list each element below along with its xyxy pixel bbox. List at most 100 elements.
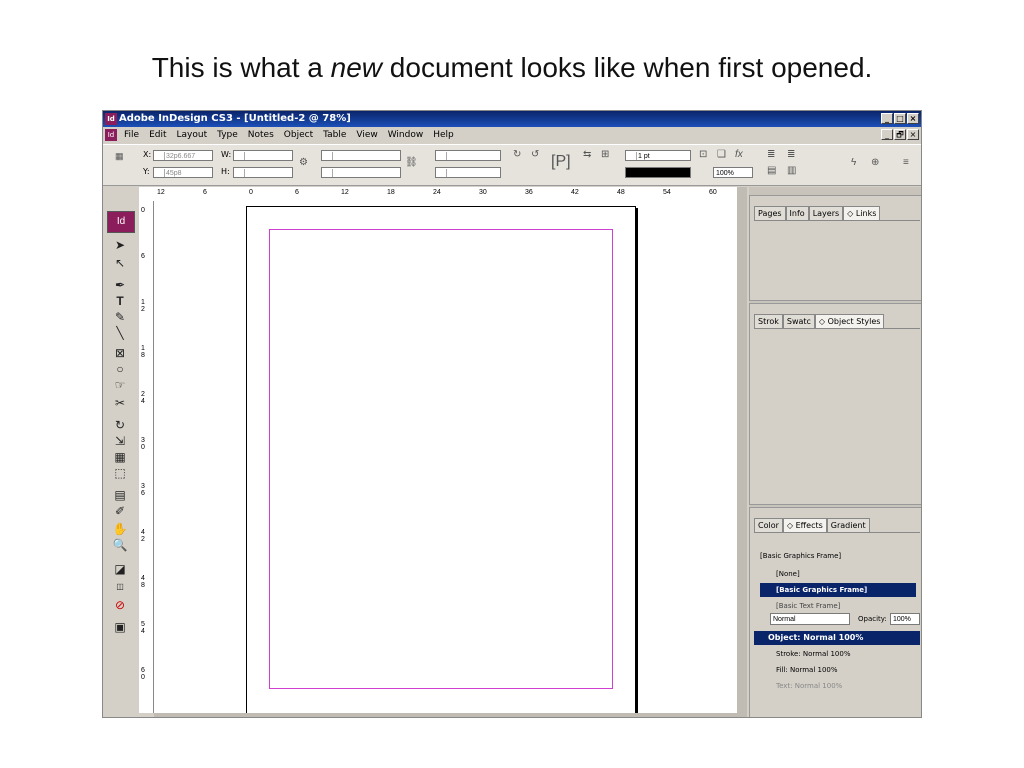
menu-layout[interactable]: Layout (172, 127, 213, 143)
doc-minimize-button[interactable]: _ (881, 129, 893, 140)
pen-tool-icon[interactable]: ✒ (109, 277, 131, 293)
blend-mode-select[interactable]: Normal (770, 613, 850, 625)
tab-stroke[interactable]: Strok (754, 314, 783, 328)
menu-help[interactable]: Help (428, 127, 459, 143)
menu-file[interactable]: File (119, 127, 144, 143)
eyedropper-tool-icon[interactable]: ✐ (109, 503, 131, 519)
stroke-type-select[interactable] (625, 167, 691, 178)
distribute-icon[interactable]: ▤ (767, 165, 776, 176)
tab-effects[interactable]: ◇ Effects (782, 518, 827, 532)
chain-icon[interactable]: ⛓ (405, 157, 418, 168)
ruler-v-label: 4 2 (141, 529, 145, 543)
horizontal-scrollbar[interactable] (154, 713, 737, 717)
doc-close-button[interactable]: × (907, 129, 919, 140)
scissors-tool-icon[interactable]: ✂ (109, 395, 131, 411)
panel-menu-icon[interactable]: ≡ (903, 157, 909, 168)
h-field[interactable] (233, 167, 293, 178)
menu-window[interactable]: Window (383, 127, 429, 143)
menu-type[interactable]: Type (212, 127, 243, 143)
opacity-field[interactable]: 100% (713, 167, 753, 178)
effects-icon[interactable]: fx (735, 149, 743, 160)
bridge-icon[interactable]: ⊕ (871, 157, 879, 168)
stroke-weight-field[interactable]: 1 pt (625, 150, 691, 161)
hand-tool-icon[interactable]: ✋ (109, 521, 131, 537)
ruler-v-label: 3 6 (141, 483, 145, 497)
menu-edit[interactable]: Edit (144, 127, 171, 143)
links-panel-group: Pages Info Layers ◇ Links (749, 195, 921, 301)
gradient-tool-icon[interactable]: ▦ (109, 449, 131, 465)
w-field[interactable] (233, 150, 293, 161)
constrain-icon[interactable]: ⚙ (299, 157, 308, 168)
x-field[interactable]: 32p6.667 (153, 150, 213, 161)
menu-notes[interactable]: Notes (243, 127, 279, 143)
app-icon[interactable]: Id (105, 113, 117, 125)
tab-object-styles[interactable]: ◇ Object Styles (814, 314, 885, 328)
wrap-icon[interactable]: ⊡ (699, 149, 707, 160)
menu-table[interactable]: Table (318, 127, 351, 143)
effects-fill-row[interactable]: Fill: Normal 100% (760, 663, 916, 677)
selection-tool-icon[interactable]: ➤ (109, 237, 131, 253)
drop-shadow-icon[interactable]: ❑ (717, 149, 726, 160)
maximize-button[interactable]: □ (894, 113, 906, 124)
none-color-icon[interactable]: ⊘ (109, 597, 131, 613)
rotate-cw-icon[interactable]: ↻ (513, 149, 521, 160)
note-tool-icon[interactable]: ▤ (109, 487, 131, 503)
opacity-label: Opacity: (858, 615, 887, 623)
rotate-ccw-icon[interactable]: ↺ (531, 149, 539, 160)
effects-stroke-row[interactable]: Stroke: Normal 100% (760, 647, 916, 661)
object-style-basic-graphics[interactable]: [Basic Graphics Frame] (760, 583, 916, 597)
flip-h-icon[interactable]: ⇆ (583, 149, 591, 160)
button-tool-icon[interactable]: ☞ (109, 377, 131, 393)
scale-x-field[interactable] (321, 150, 401, 161)
tab-pages[interactable]: Pages (754, 206, 786, 220)
x-value: 32p6.667 (166, 153, 196, 160)
tab-layers[interactable]: Layers (808, 206, 844, 220)
lightning-icon[interactable]: ϟ (851, 157, 856, 168)
ruler-v-label: 5 4 (141, 621, 145, 635)
pencil-tool-icon[interactable]: ✎ (109, 309, 131, 325)
tab-links[interactable]: ◇ Links (843, 206, 881, 220)
ellipse-tool-icon[interactable]: ○ (109, 361, 131, 377)
scale-y-field[interactable] (321, 167, 401, 178)
scale-tool-icon[interactable]: ⇲ (109, 433, 131, 449)
margin-guides (269, 229, 613, 689)
align-center-icon[interactable]: ≣ (787, 149, 795, 160)
doc-restore-button[interactable]: 🗗 (894, 129, 906, 140)
free-transform-tool-icon[interactable]: ⬚ (109, 465, 131, 481)
distribute-v-icon[interactable]: ▥ (787, 165, 796, 176)
rotate-tool-icon[interactable]: ↻ (109, 417, 131, 433)
object-style-none[interactable]: [None] (760, 567, 916, 581)
reference-point-icon[interactable]: ▦ (115, 151, 124, 162)
vertical-scrollbar[interactable] (737, 187, 747, 717)
opacity-input[interactable]: 100% (890, 613, 920, 625)
menu-object[interactable]: Object (279, 127, 318, 143)
object-style-basic-text[interactable]: [Basic Text Frame] (760, 599, 916, 613)
view-mode-icon[interactable]: ▣ (109, 619, 131, 635)
align-left-icon[interactable]: ≣ (767, 149, 775, 160)
tab-color[interactable]: Color (754, 518, 783, 532)
text-row-value: Normal 100% (794, 682, 843, 690)
effects-object-row[interactable]: Object: Normal 100% (754, 631, 920, 645)
tab-info[interactable]: Info (785, 206, 809, 220)
line-tool-icon[interactable]: ╲ (109, 325, 131, 341)
fill-stroke-icon[interactable]: ◪ (109, 561, 131, 577)
type-tool-icon[interactable]: T (109, 293, 131, 309)
close-button[interactable]: × (907, 113, 919, 124)
menu-view[interactable]: View (351, 127, 382, 143)
minimize-button[interactable]: _ (881, 113, 893, 124)
zoom-tool-icon[interactable]: 🔍 (109, 537, 131, 553)
document-page[interactable] (246, 206, 636, 714)
effects-text-row[interactable]: Text: Normal 100% (760, 679, 916, 693)
rotate-field[interactable] (435, 150, 501, 161)
y-field[interactable]: 45p8 (153, 167, 213, 178)
title-text-1: This is what a (151, 52, 331, 83)
rectangle-frame-tool-icon[interactable]: ⊠ (109, 345, 131, 361)
frame-p-icon[interactable]: [P] (551, 153, 571, 171)
tab-swatches[interactable]: Swatc (782, 314, 815, 328)
formatting-icon[interactable]: ◫ (109, 579, 131, 595)
select-container-icon[interactable]: ⊞ (601, 149, 609, 160)
tab-gradient[interactable]: Gradient (826, 518, 870, 532)
doc-icon[interactable]: Id (105, 129, 117, 141)
shear-field[interactable] (435, 167, 501, 178)
direct-selection-tool-icon[interactable]: ↖ (109, 255, 131, 271)
